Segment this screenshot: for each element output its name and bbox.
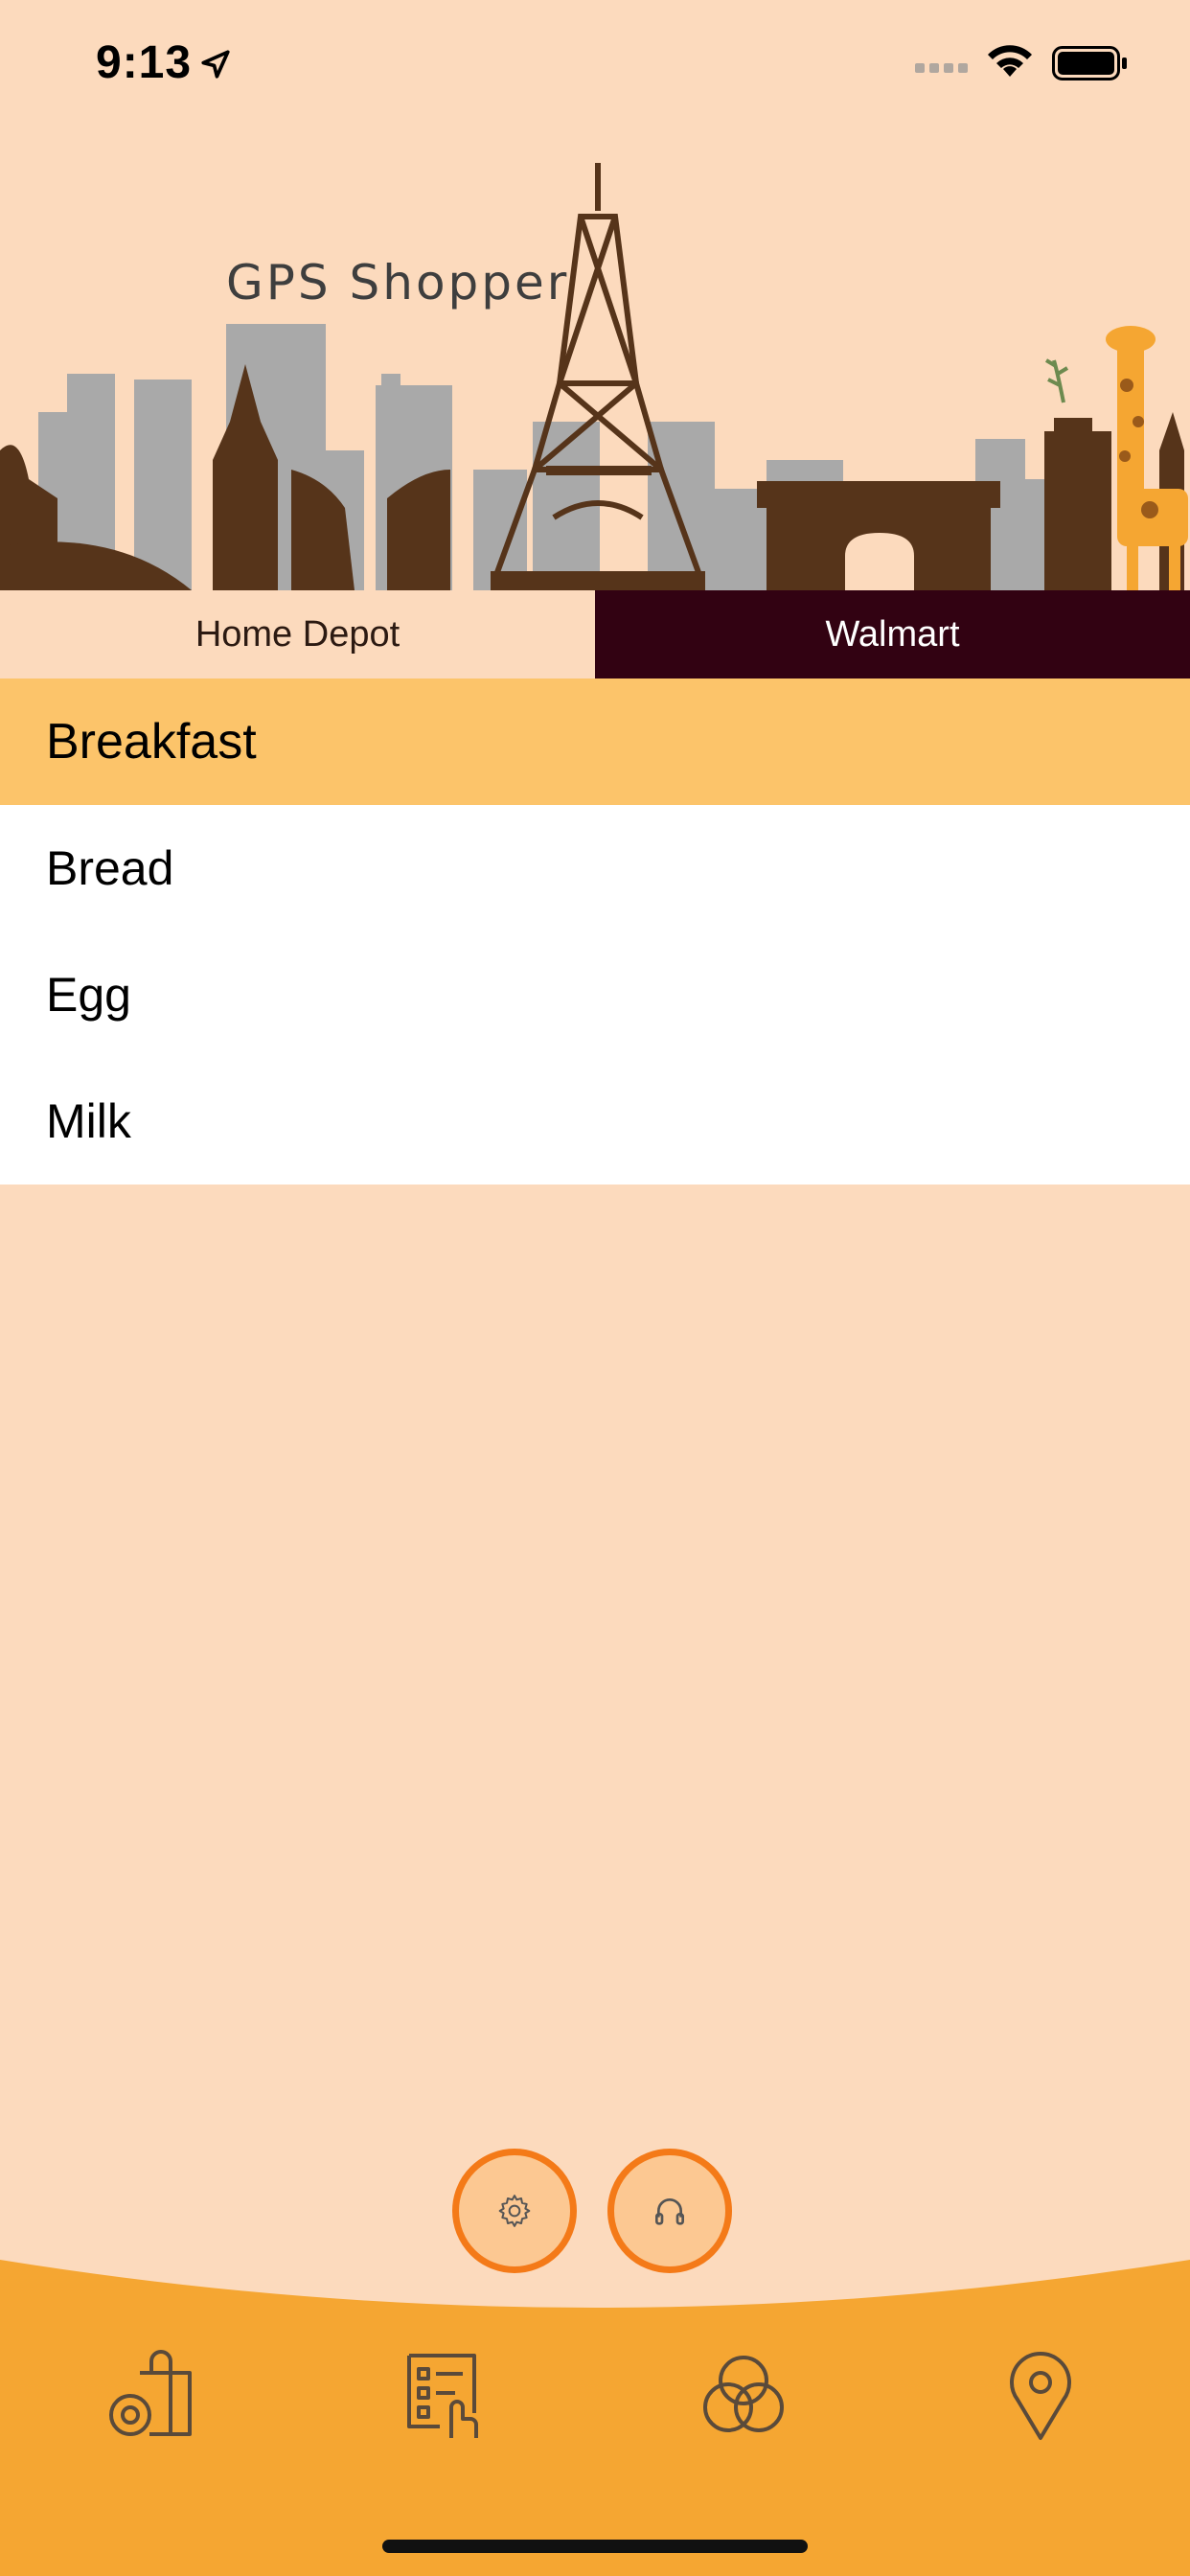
- tab-label: Walmart: [825, 613, 960, 655]
- tab-home-depot[interactable]: Home Depot: [0, 590, 595, 678]
- location-arrow-icon: [201, 50, 230, 79]
- headphones-icon: [654, 2198, 684, 2225]
- checklist-icon[interactable]: [398, 2346, 493, 2442]
- battery-icon: [1052, 46, 1127, 80]
- circles-icon[interactable]: [696, 2346, 791, 2442]
- list-item-label: Milk: [46, 1094, 131, 1148]
- category-label: Breakfast: [46, 714, 257, 770]
- signal-icon: [915, 63, 968, 73]
- list-item-label: Egg: [46, 968, 131, 1022]
- store-tabs: Home Depot Walmart: [0, 590, 1190, 678]
- tab-walmart[interactable]: Walmart: [595, 590, 1190, 678]
- map-pin-icon[interactable]: [993, 2346, 1088, 2442]
- category-header[interactable]: Breakfast: [0, 678, 1190, 805]
- status-time: 9:13: [96, 37, 193, 88]
- list-item-label: Bread: [46, 841, 174, 895]
- city-skyline-illustration: [0, 163, 1188, 590]
- status-bar: 9:13: [0, 0, 1190, 134]
- gear-icon: [498, 2195, 531, 2227]
- shopping-list: Bread Egg Milk: [0, 805, 1190, 1184]
- app-title: GPS Shopper: [226, 255, 570, 310]
- audio-button[interactable]: [607, 2149, 732, 2273]
- tab-label: Home Depot: [195, 613, 400, 655]
- wifi-icon: [988, 45, 1032, 77]
- list-item[interactable]: Milk: [0, 1058, 1190, 1184]
- list-item[interactable]: Egg: [0, 932, 1190, 1058]
- shopping-bag-icon[interactable]: [102, 2346, 197, 2442]
- home-indicator: [382, 2540, 808, 2553]
- header-banner: GPS Shopper: [0, 134, 1190, 590]
- list-item[interactable]: Bread: [0, 805, 1190, 932]
- settings-button[interactable]: [452, 2149, 577, 2273]
